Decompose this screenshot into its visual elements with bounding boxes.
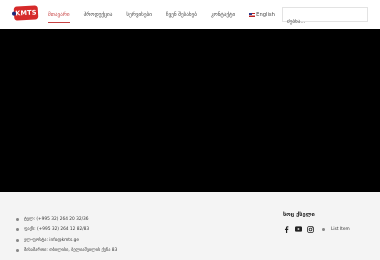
- kmts-logo[interactable]: KMTS: [11, 5, 39, 21]
- social-links: List Item: [283, 225, 350, 233]
- youtube-icon[interactable]: [295, 226, 302, 233]
- language-switch[interactable]: English: [249, 10, 275, 20]
- instagram-icon[interactable]: [307, 225, 314, 233]
- nav-item-services[interactable]: სერვისები: [126, 10, 152, 20]
- contact-fax: ფაქს: (+995 32) 264 12 82/83: [16, 225, 117, 236]
- contact-address: მისამართი: თბილისი, ბელიაშვილის ქუჩა 83: [16, 246, 117, 257]
- contact-phone-text: ტელ: (+995 32) 264 20 32/36: [24, 216, 89, 222]
- social-title: სოც ქსელი: [283, 212, 315, 218]
- contact-phone: ტელ: (+995 32) 264 20 32/36: [16, 214, 117, 225]
- site-header: KMTS მთავარი პროდუქცია სერვისები ჩვენ შე…: [0, 0, 380, 29]
- facebook-icon[interactable]: [283, 225, 290, 233]
- contact-fax-text: ფაქს: (+995 32) 264 12 82/83: [24, 227, 90, 233]
- main-nav: მთავარი პროდუქცია სერვისები ჩვენ შესახებ…: [48, 8, 289, 23]
- nav-item-products[interactable]: პროდუქცია: [84, 10, 113, 20]
- phone-icon: [16, 228, 19, 232]
- nav-item-about[interactable]: ჩვენ შესახებ: [166, 10, 197, 20]
- contact-list: ტელ: (+995 32) 264 20 32/36 ფაქს: (+995 …: [16, 214, 117, 256]
- nav-item-home[interactable]: მთავარი: [48, 10, 70, 23]
- contact-email-text[interactable]: ელ-ფოსტა: info@kmts.ge: [24, 238, 79, 243]
- search-input[interactable]: [283, 15, 367, 29]
- mail-icon: [16, 238, 19, 242]
- logo-text: KMTS: [15, 8, 37, 18]
- hero-video-area[interactable]: [0, 29, 380, 192]
- list-item-icon: [322, 227, 325, 231]
- contact-email[interactable]: ელ-ფოსტა: info@kmts.ge: [16, 235, 117, 246]
- list-item-label[interactable]: List Item: [331, 227, 350, 232]
- us-flag-icon: [249, 12, 256, 17]
- location-icon: [16, 249, 19, 253]
- search-box: [282, 7, 368, 29]
- contact-address-text: მისამართი: თბილისი, ბელიაშვილის ქუჩა 83: [24, 248, 118, 254]
- nav-item-contact[interactable]: კონტაქტი: [211, 10, 235, 20]
- language-label: English: [256, 12, 275, 18]
- phone-icon: [16, 217, 19, 221]
